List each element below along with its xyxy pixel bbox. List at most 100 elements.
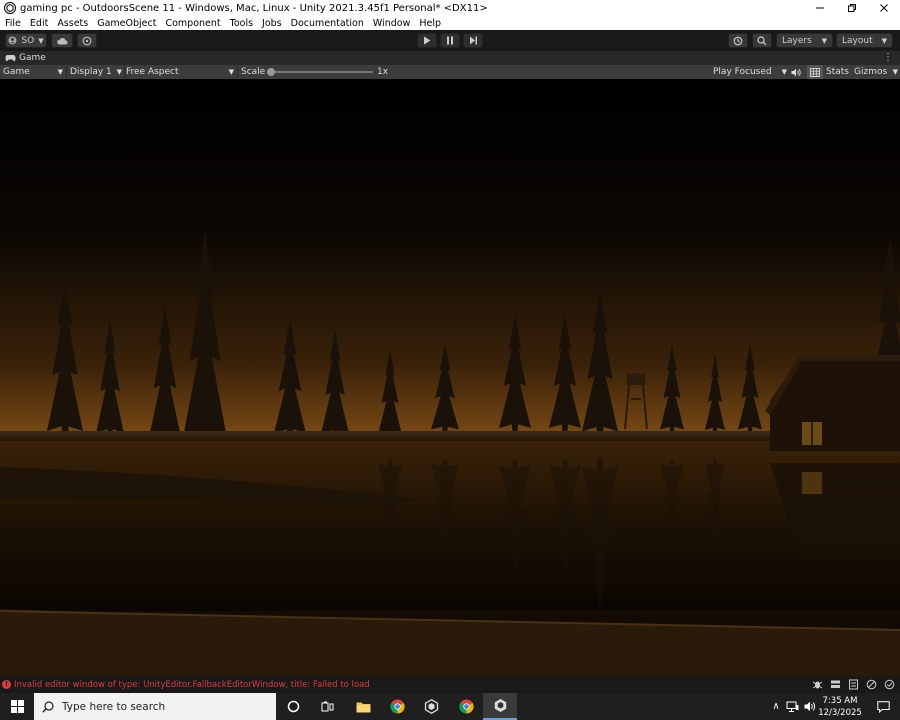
scale-slider-track[interactable]	[270, 71, 373, 73]
display-dropdown[interactable]: Display 1 ▼	[70, 65, 122, 79]
menu-bar: File Edit Assets GameObject Component To…	[0, 16, 900, 30]
play-icon	[424, 36, 431, 45]
account-icon	[8, 36, 17, 45]
chrome-button-1[interactable]	[380, 693, 414, 720]
search-icon	[42, 700, 54, 713]
network-icon[interactable]	[786, 701, 799, 713]
more-options-icon[interactable]: ⋮	[883, 52, 893, 63]
check-icon[interactable]	[883, 678, 896, 691]
game-viewport[interactable]	[0, 79, 900, 676]
menu-window[interactable]: Window	[373, 18, 410, 29]
stats-grid-icon	[810, 67, 820, 77]
stats-toggle-grid[interactable]	[807, 65, 823, 79]
chrome-icon	[458, 699, 474, 714]
game-render	[0, 79, 900, 676]
menu-documentation[interactable]: Documentation	[291, 18, 364, 29]
tab-game[interactable]: Game	[0, 53, 46, 63]
play-mode-dropdown[interactable]: Play Focused ▼	[713, 65, 787, 79]
start-button[interactable]	[0, 693, 34, 720]
layout-label: Layout	[842, 35, 873, 46]
layers-dropdown[interactable]: Layers ▼	[776, 33, 833, 48]
unity-icon	[4, 2, 16, 14]
aspect-label: Free Aspect	[126, 67, 179, 77]
display-label: Display 1	[70, 67, 112, 77]
chevron-down-icon: ▼	[116, 68, 122, 76]
search-icon	[757, 35, 767, 45]
task-view-button[interactable]	[310, 693, 344, 720]
error-icon: !	[2, 680, 11, 689]
history-icon	[733, 36, 743, 45]
taskbar-search-input[interactable]: Type here to search	[34, 693, 276, 720]
undo-history-button[interactable]	[728, 33, 748, 48]
play-mode-label: Play Focused	[713, 67, 772, 77]
collab-icon	[82, 36, 92, 45]
cache-icon[interactable]	[829, 678, 842, 691]
layers-label: Layers	[782, 35, 812, 46]
clock-time: 7:35 AM	[822, 696, 858, 706]
chevron-down-icon: ▼	[228, 68, 234, 76]
step-icon	[469, 36, 477, 45]
system-tray: ∧	[768, 693, 817, 720]
menu-component[interactable]: Component	[165, 18, 220, 29]
menu-gameobject[interactable]: GameObject	[97, 18, 156, 29]
chevron-down-icon: ▼	[57, 68, 63, 76]
file-explorer-button[interactable]	[346, 693, 380, 720]
cortana-button[interactable]	[276, 693, 310, 720]
taskbar-clock[interactable]: 7:35 AM 12/3/2025	[814, 693, 866, 720]
status-bar: ! Invalid editor window of type: UnityEd…	[0, 676, 900, 693]
file-explorer-icon	[356, 702, 370, 712]
restore-icon	[848, 4, 856, 12]
chevron-down-icon: ▼	[781, 68, 787, 76]
restore-button[interactable]	[836, 0, 868, 16]
progress-icon[interactable]	[847, 678, 860, 691]
stats-button[interactable]: Stats	[826, 65, 849, 79]
divider	[237, 66, 238, 78]
menu-help[interactable]: Help	[419, 18, 441, 29]
tab-label: Game	[19, 53, 46, 63]
view-mode-dropdown[interactable]: Game ▼	[3, 65, 63, 79]
game-controller-icon	[5, 55, 16, 62]
show-hidden-icons-chevron-up-icon[interactable]: ∧	[768, 701, 784, 712]
play-button[interactable]	[417, 33, 437, 48]
notification-icon	[876, 700, 890, 713]
layout-dropdown[interactable]: Layout ▼	[836, 33, 893, 48]
main-toolbar: SO ▼ Layers ▼ Layout ▼	[0, 30, 900, 51]
unity-hub-button[interactable]	[414, 693, 448, 720]
chevron-down-icon: ▼	[881, 36, 887, 45]
debug-icon[interactable]	[811, 678, 824, 691]
menu-edit[interactable]: Edit	[30, 18, 48, 29]
menu-assets[interactable]: Assets	[57, 18, 88, 29]
account-dropdown[interactable]: SO ▼	[5, 33, 47, 48]
menu-jobs[interactable]: Jobs	[262, 18, 282, 29]
notification-center-button[interactable]	[866, 693, 900, 720]
unity-editor-button[interactable]	[483, 693, 517, 720]
mute-audio-button[interactable]	[791, 65, 802, 79]
cloud-button[interactable]	[51, 33, 73, 48]
step-button[interactable]	[463, 33, 483, 48]
windows-start-icon	[10, 700, 24, 713]
minimize-button[interactable]	[804, 0, 836, 16]
aspect-dropdown[interactable]: Free Aspect ▼	[126, 65, 234, 79]
chevron-down-icon: ▼	[821, 36, 827, 45]
scale-value: 1x	[377, 67, 389, 77]
scale-slider-thumb[interactable]	[267, 68, 275, 76]
search-button[interactable]	[752, 33, 772, 48]
scale-label: Scale	[241, 67, 266, 77]
close-button[interactable]	[868, 0, 900, 16]
no-entry-icon[interactable]	[865, 678, 878, 691]
gizmos-dropdown[interactable]: Gizmos ▼	[854, 65, 898, 79]
task-view-icon	[321, 701, 333, 711]
unity-hub-icon	[424, 699, 438, 714]
view-mode-label: Game	[3, 67, 30, 77]
pause-button[interactable]	[440, 33, 460, 48]
collab-button[interactable]	[77, 33, 97, 48]
console-error-message[interactable]: Invalid editor window of type: UnityEdit…	[14, 680, 370, 690]
menu-file[interactable]: File	[5, 18, 21, 29]
divider	[124, 66, 125, 78]
chevron-down-icon: ▼	[892, 68, 898, 76]
menu-tools[interactable]: Tools	[230, 18, 253, 29]
game-view-toolbar: Game ▼ Display 1 ▼ Free Aspect ▼ Scale 1…	[0, 65, 900, 79]
windows-taskbar: Type here to search ∧ 7:35 AM 12/3/2025	[0, 693, 900, 720]
chrome-button-2[interactable]	[449, 693, 483, 720]
chrome-icon	[389, 699, 405, 714]
